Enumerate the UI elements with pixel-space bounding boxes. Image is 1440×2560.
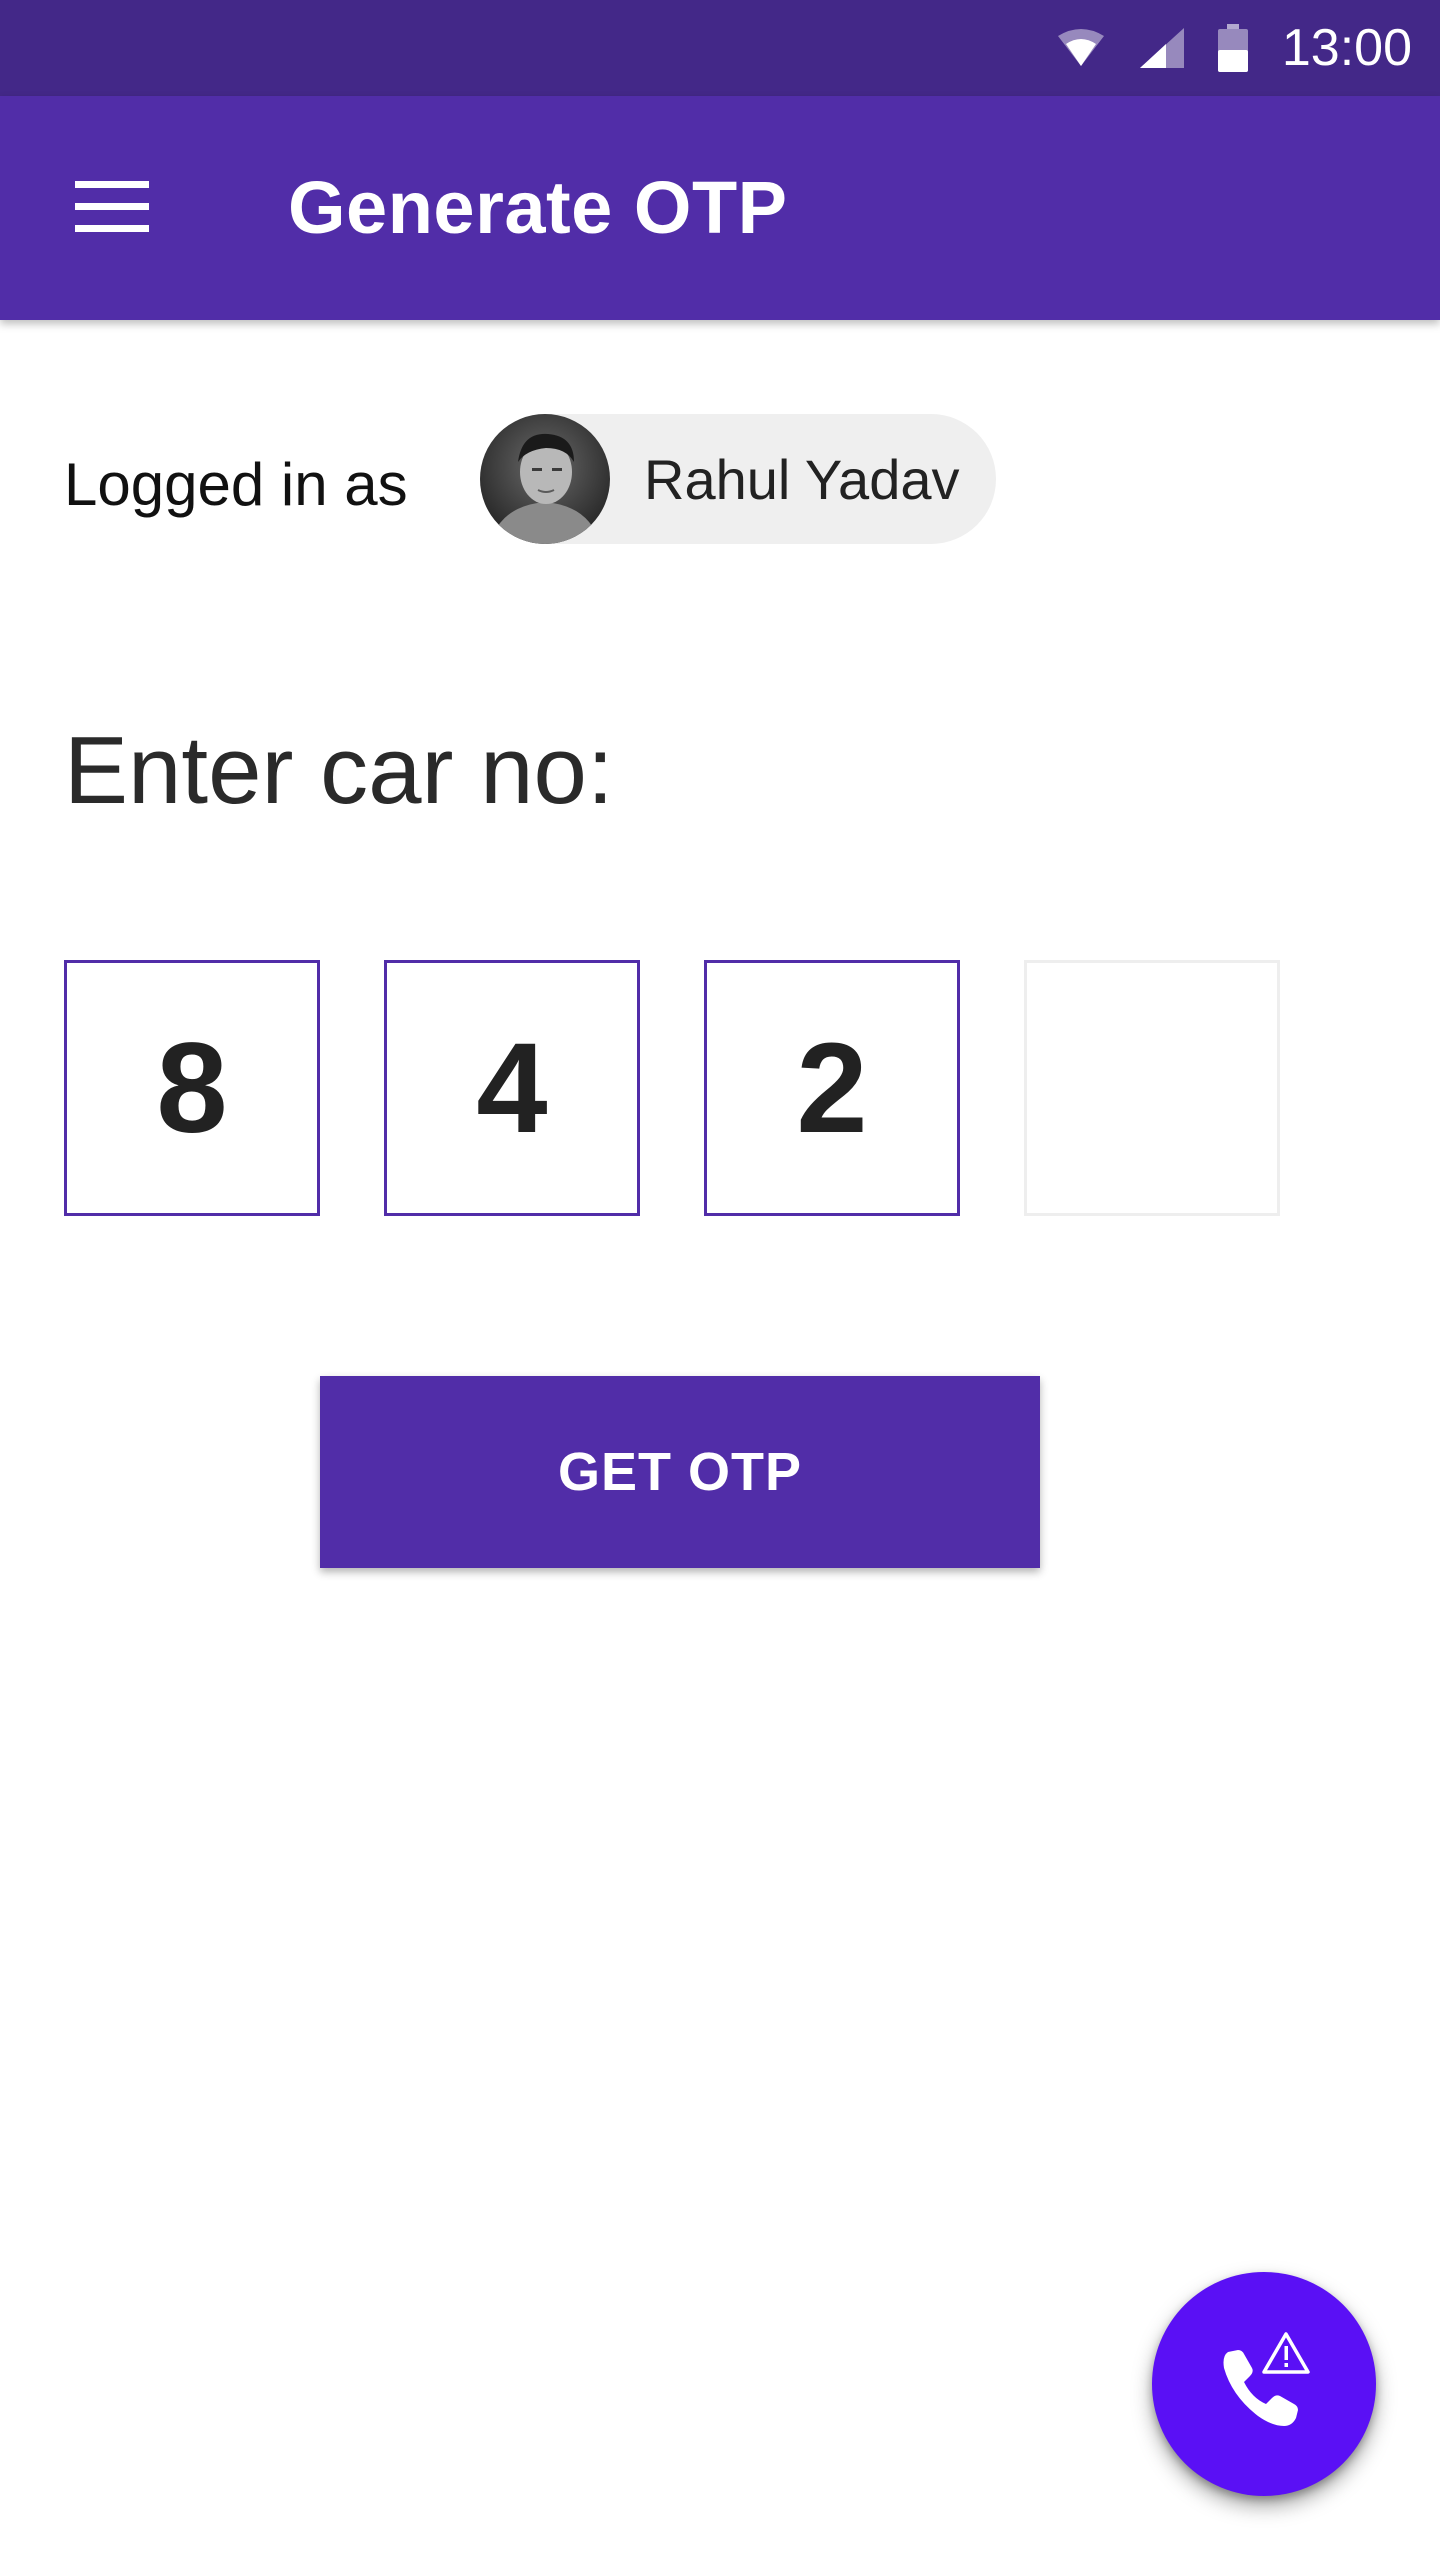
phone-alert-icon <box>1208 2326 1320 2443</box>
emergency-call-fab[interactable] <box>1152 2272 1376 2496</box>
status-time: 13:00 <box>1281 19 1412 77</box>
car-digit-input-4[interactable] <box>1024 960 1280 1216</box>
battery-icon <box>1217 24 1248 72</box>
page-title: Generate OTP <box>288 166 788 249</box>
enter-car-label: Enter car no: <box>64 717 614 824</box>
car-digit-input-3[interactable]: 2 <box>704 960 960 1216</box>
avatar <box>480 414 610 544</box>
hamburger-menu-icon <box>75 179 149 238</box>
car-digit-input-1[interactable]: 8 <box>64 960 320 1216</box>
signal-icon <box>1139 28 1184 68</box>
get-otp-button[interactable]: GET OTP <box>320 1376 1040 1568</box>
logged-in-label: Logged in as <box>64 451 408 518</box>
status-bar: 13:00 <box>0 0 1440 96</box>
car-digit-input-2[interactable]: 4 <box>384 960 640 1216</box>
wifi-icon <box>1056 28 1106 68</box>
menu-button[interactable] <box>60 166 164 250</box>
status-icons <box>1056 24 1248 72</box>
app-bar: Generate OTP <box>0 96 1440 320</box>
user-name: Rahul Yadav <box>644 447 960 511</box>
screen: 13:00 Generate OTP Logged in as Rahul Ya… <box>0 0 1440 2560</box>
user-chip[interactable]: Rahul Yadav <box>480 414 996 544</box>
